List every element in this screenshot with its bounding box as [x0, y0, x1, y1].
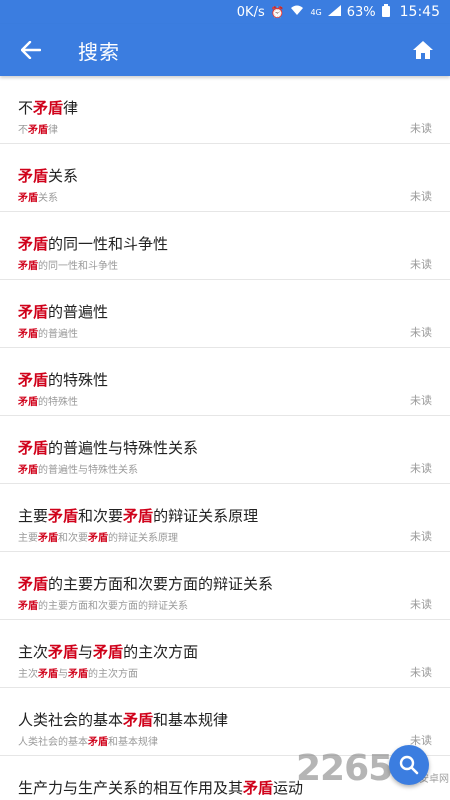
keyword-highlight: 矛盾: [243, 779, 274, 797]
keyword-highlight: 矛盾: [38, 533, 58, 544]
keyword-highlight: 矛盾: [18, 167, 49, 185]
keyword-highlight: 矛盾: [18, 439, 49, 457]
keyword-highlight: 矛盾: [18, 575, 49, 593]
keyword-highlight: 矛盾: [18, 397, 38, 408]
keyword-highlight: 矛盾: [33, 99, 64, 117]
battery-icon: [381, 4, 390, 20]
result-title: 矛盾的特殊性: [18, 371, 109, 389]
clock: 15:45: [399, 4, 440, 20]
result-subtitle: 人类社会的基本矛盾和基本规律: [18, 737, 158, 748]
keyword-highlight: 矛盾: [88, 737, 108, 748]
list-item[interactable]: 主次矛盾与矛盾的主次方面 主次矛盾与矛盾的主次方面 未读: [0, 620, 450, 688]
keyword-highlight: 矛盾: [38, 669, 58, 680]
signal-icon: [327, 5, 341, 19]
result-subtitle: 主要矛盾和次要矛盾的辩证关系原理: [18, 533, 178, 544]
list-item[interactable]: 生产力与生产关系的相互作用及其矛盾运动: [0, 756, 450, 800]
arrow-left-icon: [21, 41, 41, 59]
result-subtitle: 矛盾的普遍性与特殊性关系: [18, 465, 138, 476]
result-title: 生产力与生产关系的相互作用及其矛盾运动: [18, 779, 304, 797]
keyword-highlight: 矛盾: [48, 643, 79, 661]
read-status-label: 未读: [410, 190, 432, 203]
keyword-highlight: 矛盾: [18, 193, 38, 204]
result-subtitle: 矛盾的同一性和斗争性: [18, 261, 118, 272]
keyword-highlight: 矛盾: [18, 303, 49, 321]
home-icon: [413, 41, 433, 59]
read-status-label: 未读: [410, 666, 432, 679]
back-button[interactable]: [18, 37, 44, 63]
keyword-highlight: 矛盾: [88, 533, 108, 544]
keyword-highlight: 矛盾: [18, 329, 38, 340]
result-title: 矛盾的同一性和斗争性: [18, 235, 169, 253]
result-title: 人类社会的基本矛盾和基本规律: [18, 711, 229, 729]
list-item[interactable]: 矛盾的特殊性 矛盾的特殊性 未读: [0, 348, 450, 416]
list-item[interactable]: 人类社会的基本矛盾和基本规律 人类社会的基本矛盾和基本规律 未读: [0, 688, 450, 756]
app-bar: 搜索: [0, 24, 450, 76]
list-item[interactable]: 矛盾的主要方面和次要方面的辩证关系 矛盾的主要方面和次要方面的辩证关系 未读: [0, 552, 450, 620]
list-item[interactable]: 矛盾的普遍性与特殊性关系 矛盾的普遍性与特殊性关系 未读: [0, 416, 450, 484]
result-subtitle: 矛盾的普遍性: [18, 329, 78, 340]
alarm-icon: ⏰: [270, 5, 285, 19]
read-status-label: 未读: [410, 598, 432, 611]
read-status-label: 未读: [410, 394, 432, 407]
result-title: 矛盾的主要方面和次要方面的辩证关系: [18, 575, 274, 593]
result-title: 主要矛盾和次要矛盾的辩证关系原理: [18, 507, 259, 525]
page-title: 搜索: [78, 39, 120, 64]
keyword-highlight: 矛盾: [18, 601, 38, 612]
result-subtitle: 不矛盾律: [18, 125, 58, 136]
result-title: 主次矛盾与矛盾的主次方面: [18, 643, 199, 661]
search-icon: [399, 755, 419, 775]
list-item[interactable]: 矛盾关系 矛盾关系 未读: [0, 144, 450, 212]
read-status-label: 未读: [410, 462, 432, 475]
keyword-highlight: 矛盾: [123, 711, 154, 729]
search-fab[interactable]: [389, 745, 429, 785]
battery-percent: 63%: [346, 4, 376, 20]
result-subtitle: 主次矛盾与矛盾的主次方面: [18, 669, 138, 680]
keyword-highlight: 矛盾: [123, 507, 154, 525]
keyword-highlight: 矛盾: [18, 235, 49, 253]
status-bar: 0K/s ⏰ 4G 63% 15:45: [0, 0, 450, 24]
list-item[interactable]: 矛盾的普遍性 矛盾的普遍性 未读: [0, 280, 450, 348]
wifi-icon: [290, 5, 304, 19]
network-speed: 0K/s: [236, 4, 265, 20]
keyword-highlight: 矛盾: [93, 643, 124, 661]
keyword-highlight: 矛盾: [28, 125, 48, 136]
keyword-highlight: 矛盾: [68, 669, 88, 680]
result-subtitle: 矛盾关系: [18, 193, 58, 204]
list-item[interactable]: 不矛盾律 不矛盾律 未读: [0, 76, 450, 144]
home-button[interactable]: [410, 37, 436, 63]
keyword-highlight: 矛盾: [18, 261, 38, 272]
keyword-highlight: 矛盾: [48, 507, 79, 525]
result-title: 矛盾的普遍性与特殊性关系: [18, 439, 199, 457]
search-results-list: 不矛盾律 不矛盾律 未读 矛盾关系 矛盾关系 未读 矛盾的同一性和斗争性 矛盾的同一性和斗争性…: [0, 76, 450, 800]
result-title: 不矛盾律: [18, 99, 79, 117]
list-item[interactable]: 矛盾的同一性和斗争性 矛盾的同一性和斗争性 未读: [0, 212, 450, 280]
read-status-label: 未读: [410, 258, 432, 271]
read-status-label: 未读: [410, 326, 432, 339]
keyword-highlight: 矛盾: [18, 371, 49, 389]
read-status-label: 未读: [410, 530, 432, 543]
keyword-highlight: 矛盾: [18, 465, 38, 476]
read-status-label: 未读: [410, 122, 432, 135]
network-type: 4G: [310, 7, 322, 17]
result-title: 矛盾的普遍性: [18, 303, 109, 321]
result-subtitle: 矛盾的主要方面和次要方面的辩证关系: [18, 601, 188, 612]
list-item[interactable]: 主要矛盾和次要矛盾的辩证关系原理 主要矛盾和次要矛盾的辩证关系原理 未读: [0, 484, 450, 552]
result-title: 矛盾关系: [18, 167, 79, 185]
result-subtitle: 矛盾的特殊性: [18, 397, 78, 408]
